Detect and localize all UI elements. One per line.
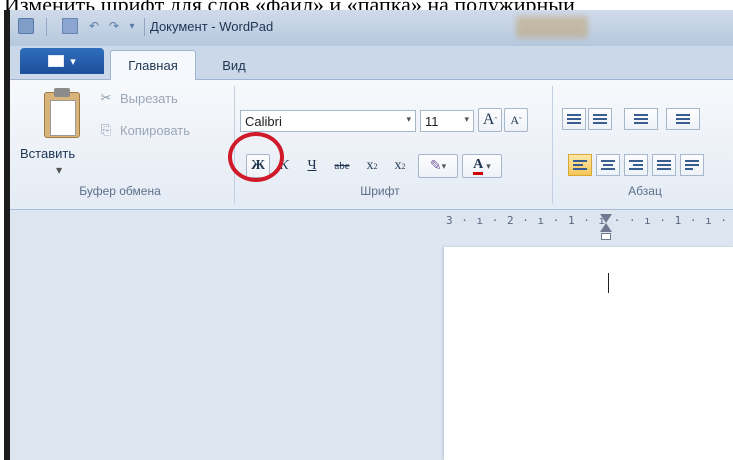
tab-view[interactable]: Вид	[212, 50, 256, 80]
underline-button[interactable]: Ч	[300, 154, 324, 178]
paragraph-group-label: Абзац	[628, 184, 662, 198]
quick-access-separator	[144, 18, 145, 36]
subscript-button[interactable]: x2	[360, 154, 384, 178]
strikethrough-button[interactable]: abe	[328, 154, 356, 178]
window-title: Документ - WordPad	[150, 19, 274, 34]
paste-button[interactable]: Вставить	[20, 146, 75, 161]
bullets-button[interactable]	[624, 108, 658, 130]
font-family-value: Calibri	[245, 113, 282, 129]
grow-font-label: A	[482, 111, 495, 128]
increase-indent-button[interactable]	[588, 108, 612, 130]
font-size-value: 11	[425, 113, 439, 129]
font-size-select[interactable]: 11 ▾	[420, 110, 474, 132]
font-group-label: Шрифт	[360, 184, 400, 198]
chevron-down-icon: ▾	[464, 114, 469, 124]
ribbon-tabs: ▾ Главная Вид	[10, 46, 733, 80]
cut-label: Вырезать	[120, 90, 178, 106]
group-divider	[552, 86, 553, 204]
document-page[interactable]	[444, 247, 733, 460]
scissors-icon: ✂	[100, 90, 112, 105]
customize-quick-access-icon[interactable]: ▾	[126, 18, 138, 34]
undo-icon[interactable]: ↶	[86, 18, 102, 34]
paragraph-icon	[685, 160, 699, 170]
tab-home[interactable]: Главная	[110, 50, 196, 80]
superscript-label: x	[394, 158, 402, 173]
align-center-button[interactable]	[596, 154, 620, 176]
align-center-icon	[601, 160, 615, 170]
chevron-down-icon: ▾	[70, 54, 76, 68]
grow-font-button[interactable]: Aˆ	[478, 108, 502, 132]
chevron-down-icon[interactable]: ▼	[56, 166, 62, 175]
align-left-button[interactable]	[568, 154, 592, 176]
shrink-font-button[interactable]: Aˇ	[504, 108, 528, 132]
title-bar-blur	[516, 16, 588, 38]
align-right-icon	[629, 160, 643, 170]
paragraph-button[interactable]	[680, 154, 704, 176]
line-spacing-icon	[676, 114, 690, 124]
superscript-button[interactable]: x2	[388, 154, 412, 178]
file-menu-button[interactable]: ▾	[20, 48, 104, 74]
bullet-list-icon	[634, 114, 648, 124]
copy-label: Копировать	[120, 122, 190, 138]
title-bar: ↶ ↷ ▾ Документ - WordPad	[10, 10, 733, 46]
align-left-icon	[573, 160, 587, 170]
app-menu-icon[interactable]	[18, 18, 34, 34]
font-color-button[interactable]: A ▾	[462, 154, 502, 178]
menu-icon	[48, 55, 65, 67]
font-family-select[interactable]: Calibri ▾	[240, 110, 416, 132]
indent-marker[interactable]	[600, 214, 612, 242]
indent-icon	[593, 114, 607, 124]
annotation-circle	[228, 132, 284, 182]
shrink-font-label: A	[510, 112, 519, 127]
cut-button[interactable]: ✂ Вырезать	[98, 90, 178, 106]
clipboard-group-label: Буфер обмена	[79, 184, 161, 198]
decrease-indent-button[interactable]	[562, 108, 586, 130]
subscript-label: x	[366, 158, 374, 173]
paste-icon[interactable]	[40, 88, 84, 140]
line-spacing-button[interactable]	[666, 108, 700, 130]
copy-icon: ⎘	[100, 122, 112, 137]
align-right-button[interactable]	[624, 154, 648, 176]
justify-icon	[657, 160, 671, 170]
ribbon: Вставить ▼ ✂ Вырезать ⎘ Копировать Буфер…	[10, 80, 733, 210]
redo-icon[interactable]: ↷	[106, 18, 122, 34]
text-cursor	[608, 273, 609, 293]
indent-icon	[567, 114, 581, 124]
justify-button[interactable]	[652, 154, 676, 176]
highlight-color-button[interactable]: ✎ ▾	[418, 154, 458, 178]
font-color-label: A	[473, 157, 484, 175]
quick-access-separator	[46, 18, 47, 36]
ruler[interactable]: 3 · ı · 2 · ı · 1 · ı · · ı · 1 · ı · 2 …	[446, 210, 733, 232]
chevron-down-icon: ▾	[406, 114, 411, 124]
copy-button[interactable]: ⎘ Копировать	[98, 122, 190, 138]
save-icon[interactable]	[62, 18, 78, 34]
highlighter-icon: ✎	[429, 158, 442, 174]
